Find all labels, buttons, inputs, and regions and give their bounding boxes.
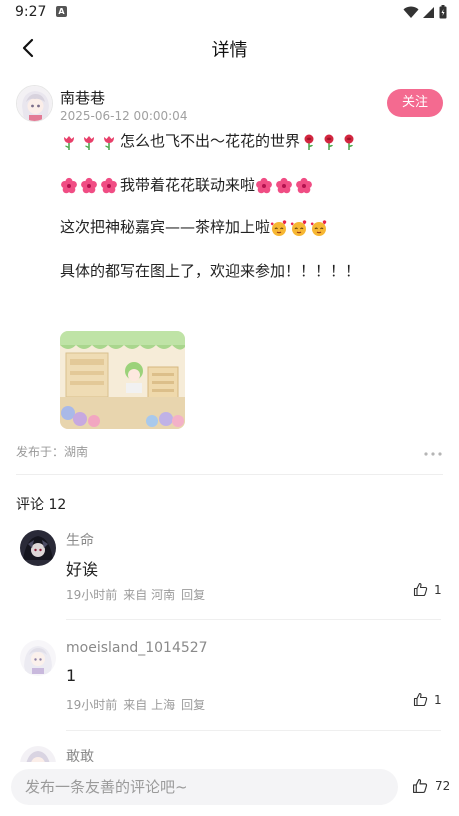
divider bbox=[16, 474, 443, 475]
tulip-icon bbox=[80, 130, 100, 152]
more-dots-icon bbox=[424, 452, 442, 456]
comment-origin: 来自 上海 bbox=[123, 698, 176, 712]
follow-button[interactable]: 关注 bbox=[387, 89, 443, 117]
comment-input[interactable] bbox=[11, 769, 398, 805]
post-image[interactable] bbox=[60, 331, 185, 429]
comment-like-button[interactable]: 1 bbox=[413, 582, 442, 597]
hibiscus-icon bbox=[80, 174, 100, 196]
love-face-icon bbox=[270, 216, 290, 238]
comment-avatar[interactable] bbox=[20, 530, 56, 566]
post-line-4: 具体的都写在图上了，欢迎来参加！！！！！ bbox=[60, 260, 360, 282]
rose-icon bbox=[340, 130, 360, 152]
reply-button[interactable]: 回复 bbox=[181, 588, 205, 602]
tulip-icon bbox=[100, 130, 120, 152]
love-face-icon bbox=[310, 216, 330, 238]
comment-text: 好诶 bbox=[66, 560, 99, 579]
post-like-count: 72 bbox=[435, 779, 451, 793]
comment-time: 19小时前 bbox=[66, 698, 118, 712]
post-author: 南巷巷 2025-06-12 00:00:04 关注 bbox=[16, 84, 446, 128]
comment-divider bbox=[66, 730, 441, 731]
thumbs-up-icon bbox=[413, 582, 428, 597]
post-line-3-text: 这次把神秘嘉宾——茶梓加上啦 bbox=[60, 218, 271, 236]
post-line-3: 这次把神秘嘉宾——茶梓加上啦 bbox=[60, 216, 330, 238]
comment-time: 19小时前 bbox=[66, 588, 118, 602]
status-time: 9:27 bbox=[15, 4, 47, 20]
comment-bar: 72 bbox=[0, 762, 459, 816]
comment-text: 1 bbox=[66, 666, 77, 685]
page-title: 详情 bbox=[211, 40, 248, 61]
top-app-bar: 详情 bbox=[0, 26, 459, 70]
reply-button[interactable]: 回复 bbox=[181, 698, 205, 712]
comment-like-button[interactable]: 1 bbox=[413, 692, 442, 707]
comment-like-count: 1 bbox=[434, 582, 442, 597]
comment-username[interactable]: 生命 bbox=[66, 530, 94, 550]
thumbs-up-icon bbox=[413, 779, 428, 793]
comments-header: 评论 12 bbox=[16, 497, 67, 513]
notification-icon: A bbox=[56, 6, 67, 17]
post-line-2-text: 我带着花花联动来啦 bbox=[120, 176, 256, 194]
author-avatar[interactable] bbox=[16, 85, 53, 122]
hibiscus-icon bbox=[60, 174, 80, 196]
hibiscus-icon bbox=[275, 174, 295, 196]
status-icons bbox=[403, 5, 447, 19]
hibiscus-icon bbox=[295, 174, 315, 196]
hibiscus-icon bbox=[255, 174, 275, 196]
author-name[interactable]: 南巷巷 bbox=[60, 87, 105, 108]
thumbs-up-icon bbox=[413, 692, 428, 707]
signal-icon bbox=[423, 6, 434, 18]
comment-username[interactable]: moeisland_1014527 bbox=[66, 640, 208, 656]
comment-meta: 19小时前 来自 上海 回复 bbox=[66, 696, 211, 713]
status-bar: 9:27 A bbox=[0, 0, 459, 26]
love-face-icon bbox=[290, 216, 310, 238]
post-line-4-text: 具体的都写在图上了，欢迎来参加！！！！！ bbox=[60, 262, 361, 280]
post-date: 2025-06-12 00:00:04 bbox=[60, 109, 188, 123]
post-line-1-text: 怎么也飞不出～花花的世界 bbox=[120, 132, 301, 150]
post-location: 发布于：湖南 bbox=[16, 445, 89, 459]
post-like-button[interactable]: 72 bbox=[412, 778, 450, 794]
post-line-1: 怎么也飞不出～花花的世界 bbox=[60, 130, 360, 152]
rose-icon bbox=[300, 130, 320, 152]
more-options-button[interactable] bbox=[422, 445, 444, 457]
rose-icon bbox=[320, 130, 340, 152]
tulip-icon bbox=[60, 130, 80, 152]
battery-icon bbox=[439, 5, 447, 19]
comment-avatar[interactable] bbox=[20, 640, 56, 676]
comment-divider bbox=[66, 619, 441, 620]
wifi-icon bbox=[403, 6, 419, 18]
post-line-2: 我带着花花联动来啦 bbox=[60, 174, 315, 196]
hibiscus-icon bbox=[100, 174, 120, 196]
comment-meta: 19小时前 来自 河南 回复 bbox=[66, 586, 211, 603]
comment-origin: 来自 河南 bbox=[123, 588, 176, 602]
comment-like-count: 1 bbox=[434, 692, 442, 707]
